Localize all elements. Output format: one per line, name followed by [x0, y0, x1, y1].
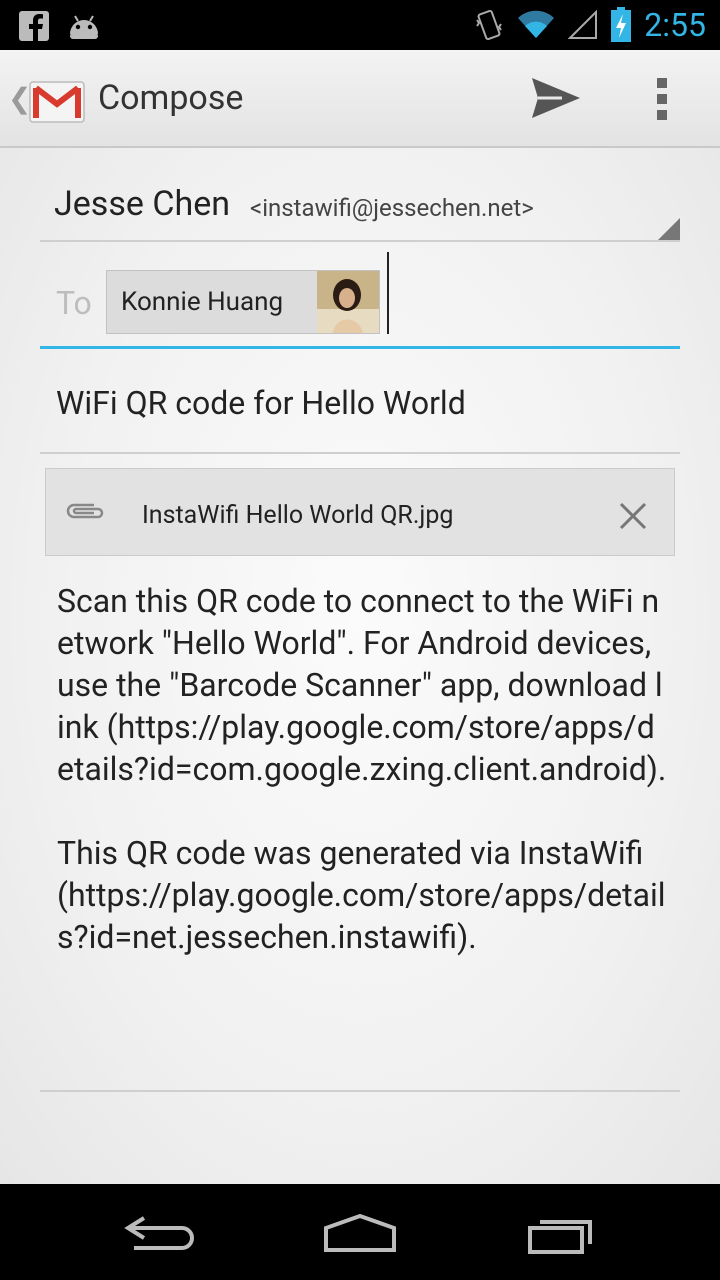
- signal-icon: [568, 10, 598, 39]
- page-title: Compose: [98, 78, 244, 118]
- dropdown-triangle-icon: [658, 218, 680, 240]
- attachment-name: InstaWifi Hello World QR.jpg: [142, 501, 454, 530]
- battery-charging-icon: [611, 7, 632, 42]
- paperclip-icon: [66, 503, 104, 519]
- attachment-item[interactable]: InstaWifi Hello World QR.jpg: [45, 468, 675, 556]
- from-address: <instawifi@jessechen.net>: [250, 194, 534, 222]
- to-label: To: [56, 284, 92, 322]
- android-debug-icon: [70, 15, 98, 39]
- wifi-icon: [518, 10, 555, 39]
- home-icon[interactable]: [320, 1210, 400, 1256]
- back-icon[interactable]: [120, 1210, 200, 1256]
- close-icon[interactable]: [618, 501, 648, 531]
- subject-field[interactable]: WiFi QR code for Hello World: [40, 358, 680, 454]
- recipient-avatar: [317, 271, 379, 333]
- subject-text: WiFi QR code for Hello World: [56, 384, 466, 422]
- recipient-name: Konnie Huang: [121, 287, 284, 317]
- recents-icon[interactable]: [520, 1210, 600, 1256]
- from-name: Jesse Chen: [54, 184, 231, 224]
- send-icon[interactable]: [522, 70, 586, 126]
- navigation-bar: [0, 1184, 720, 1280]
- action-bar: ❮ Compose: [0, 50, 720, 148]
- status-bar: 2:55: [0, 0, 720, 50]
- to-field[interactable]: To Konnie Huang: [40, 248, 680, 349]
- facebook-icon: [19, 11, 49, 41]
- text-cursor: [387, 252, 389, 334]
- compose-form: Jesse Chen <instawifi@jessechen.net> To …: [0, 148, 720, 1184]
- body-field[interactable]: Scan this QR code to connect to the WiFi…: [57, 580, 667, 958]
- body-divider: [40, 1090, 680, 1092]
- recipient-chip[interactable]: Konnie Huang: [106, 270, 380, 334]
- vibrate-icon: [476, 9, 503, 41]
- overflow-menu-icon[interactable]: [640, 72, 686, 126]
- from-account-spinner[interactable]: Jesse Chen <instawifi@jessechen.net>: [40, 166, 680, 242]
- status-clock: 2:55: [644, 6, 706, 44]
- gmail-icon[interactable]: [28, 68, 86, 126]
